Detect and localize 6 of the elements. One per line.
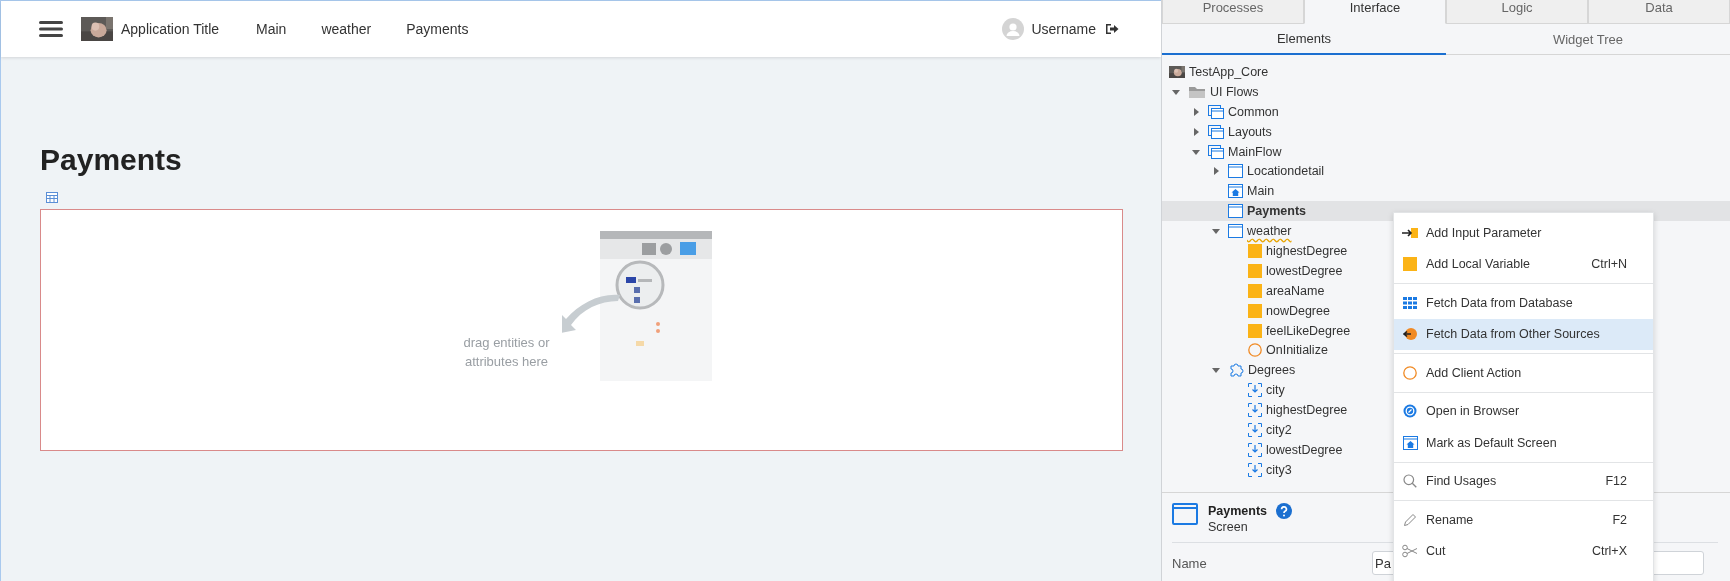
property-label: Name: [1172, 555, 1208, 571]
element-type: Screen: [1208, 520, 1249, 534]
drop-hint: drag entities or attributes here: [462, 334, 551, 371]
element-name: Payments: [1208, 504, 1268, 518]
app-title: Application Title: [121, 21, 220, 37]
page-title: Payments: [40, 142, 183, 178]
